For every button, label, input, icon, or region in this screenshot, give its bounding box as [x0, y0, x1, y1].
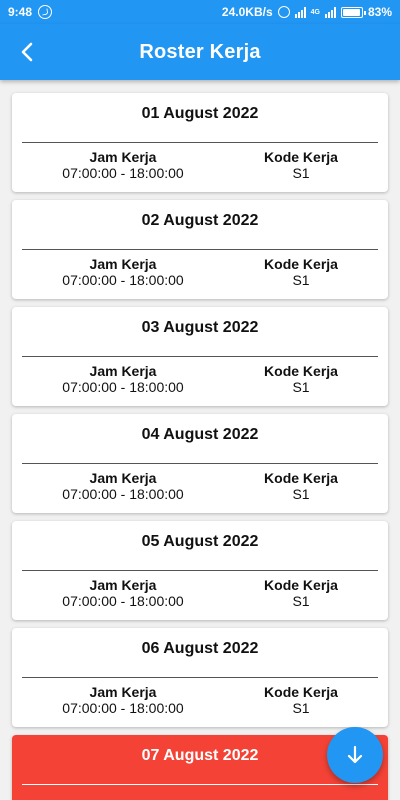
jam-kerja-value: 07:00:00 - 18:00:00: [62, 379, 184, 395]
card-divider: [22, 463, 378, 464]
card-divider: [22, 677, 378, 678]
jam-kerja-label: Jam Kerja: [89, 256, 157, 272]
jam-kerja-label: Jam Kerja: [89, 577, 157, 593]
battery-icon: [340, 6, 366, 18]
kode-kerja-value: S1: [292, 593, 310, 609]
kode-kerja-label: Kode Kerja: [264, 577, 338, 593]
whatsapp-icon: [38, 5, 53, 19]
status-bar: 9:48 24.0KB/s 4G 83%: [0, 0, 400, 24]
roster-date: 01 August 2022: [141, 105, 259, 122]
jam-kerja-value: 07:00:00 - 18:00:00: [62, 593, 184, 609]
kode-kerja-label: Kode Kerja: [264, 149, 338, 165]
jam-kerja-value: 07:00:00 - 18:00:00: [62, 272, 184, 288]
kode-kerja-value: S1: [292, 700, 310, 716]
jam-kerja-label: Jam Kerja: [89, 149, 157, 165]
roster-date: 04 August 2022: [141, 426, 259, 443]
kode-kerja-value: S1: [292, 486, 310, 502]
kode-kerja-label: Kode Kerja: [264, 256, 338, 272]
card-divider: [22, 142, 378, 143]
battery-level: 83%: [367, 5, 392, 19]
jam-kerja-label: Jam Kerja: [89, 684, 157, 700]
signal-icon: [294, 6, 306, 18]
roster-card[interactable]: 02 August 2022 Jam Kerja 07:00:00 - 18:00…: [12, 200, 388, 299]
kode-kerja-value: S1: [292, 272, 310, 288]
alarm-icon: [277, 6, 290, 18]
card-divider: [22, 356, 378, 357]
status-time: 9:48: [8, 5, 33, 19]
jam-kerja-value: 07:00:00 - 18:00:00: [62, 486, 184, 502]
page-title: Roster Kerja: [139, 40, 261, 63]
roster-card[interactable]: 06 August 2022 Jam Kerja 07:00:00 - 18:00…: [12, 628, 388, 727]
arrow-back-icon: [21, 42, 33, 62]
card-divider: [22, 784, 378, 785]
roster-card[interactable]: 05 August 2022 Jam Kerja 07:00:00 - 18:00…: [12, 521, 388, 620]
kode-kerja-value: S1: [292, 165, 310, 181]
kode-kerja-label: Kode Kerja: [264, 363, 338, 379]
kode-kerja-label: Kode Kerja: [264, 470, 338, 486]
card-divider: [22, 570, 378, 571]
net-speed: 24.0KB/s: [221, 5, 273, 19]
signal-icon-2: [324, 6, 336, 18]
roster-date: 05 August 2022: [141, 533, 259, 550]
back-button[interactable]: [14, 38, 42, 66]
roster-card[interactable]: 01 August 2022 Jam Kerja 07:00:00 - 18:00…: [12, 93, 388, 192]
jam-kerja-label: Jam Kerja: [89, 363, 157, 379]
kode-kerja-value: S1: [292, 379, 310, 395]
app-bar: Roster Kerja: [0, 24, 400, 80]
scroll-down-button[interactable]: [327, 727, 383, 783]
roster-card[interactable]: 04 August 2022 Jam Kerja 07:00:00 - 18:00…: [12, 414, 388, 513]
jam-kerja-value: 07:00:00 - 18:00:00: [62, 165, 184, 181]
jam-kerja-label: Jam Kerja: [89, 470, 157, 486]
roster-card[interactable]: 03 August 2022 Jam Kerja 07:00:00 - 18:00…: [12, 307, 388, 406]
jam-kerja-value: 07:00:00 - 18:00:00: [62, 700, 184, 716]
network-type: 4G: [310, 8, 320, 16]
card-divider: [22, 249, 378, 250]
roster-date: 06 August 2022: [141, 640, 259, 657]
kode-kerja-label: Kode Kerja: [264, 684, 338, 700]
arrow-down-icon: [347, 745, 363, 764]
roster-date: 03 August 2022: [141, 319, 259, 336]
roster-list[interactable]: 01 August 2022 Jam Kerja 07:00:00 - 18:00…: [0, 80, 400, 800]
roster-date: 02 August 2022: [141, 212, 259, 229]
